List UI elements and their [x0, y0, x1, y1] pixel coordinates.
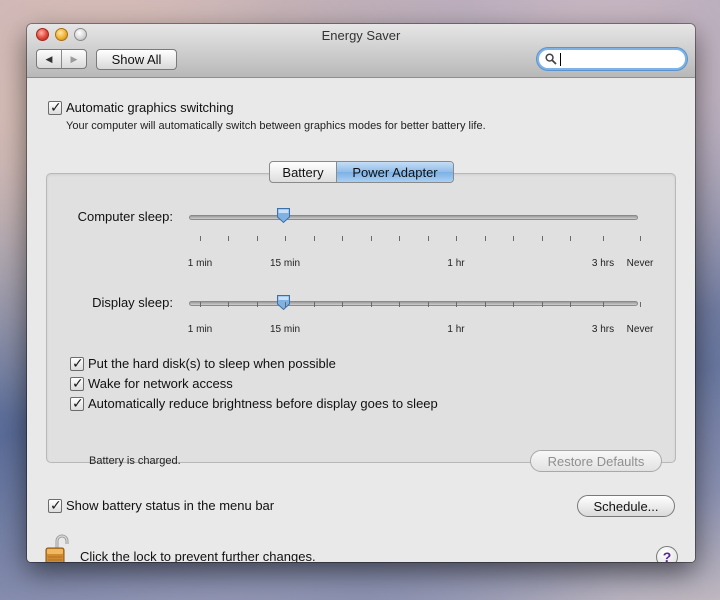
checkbox-checked-icon — [48, 99, 62, 116]
slider-tick-mark — [513, 302, 514, 307]
hard-disk-sleep-checkbox[interactable]: Put the hard disk(s) to sleep when possi… — [70, 355, 336, 372]
slider-tick-mark — [428, 302, 429, 307]
help-button[interactable]: ? — [656, 546, 678, 562]
computer-sleep-tick-never: Never — [626, 258, 654, 269]
slider-tick-mark — [285, 302, 286, 307]
computer-sleep-thumb[interactable] — [276, 207, 291, 224]
slider-tick-mark — [513, 236, 514, 241]
display-sleep-tick-15min: 15 min — [269, 324, 301, 335]
slider-tick-mark — [640, 236, 641, 241]
computer-sleep-tick-1min: 1 min — [187, 258, 213, 269]
checkbox-checked-icon — [70, 395, 84, 412]
search-field[interactable] — [537, 48, 687, 70]
slider-tick-mark — [603, 302, 604, 307]
slider-tick-mark — [603, 236, 604, 241]
forward-button[interactable]: ▶ — [62, 50, 86, 68]
checkbox-checked-icon — [70, 375, 84, 392]
wake-network-checkbox[interactable]: Wake for network access — [70, 375, 233, 392]
display-sleep-tick-3hrs: 3 hrs — [591, 324, 615, 335]
tab-battery[interactable]: Battery — [270, 162, 337, 182]
search-input[interactable] — [561, 52, 671, 66]
title-bar: Energy Saver ◀ ▶ Show All — [27, 24, 695, 78]
slider-tick-mark — [570, 302, 571, 307]
slider-tick-mark — [485, 236, 486, 241]
display-sleep-tick-1min: 1 min — [187, 324, 213, 335]
back-forward-control: ◀ ▶ — [36, 49, 87, 69]
slider-tick-mark — [200, 302, 201, 307]
power-source-tabs: Battery Power Adapter — [269, 161, 454, 183]
graphics-switching-checkbox[interactable]: Automatic graphics switching — [48, 99, 234, 116]
checkbox-checked-icon — [48, 497, 62, 514]
computer-sleep-track[interactable] — [189, 215, 638, 220]
slider-tick-mark — [456, 302, 457, 307]
slider-tick-mark — [257, 236, 258, 241]
slider-tick-mark — [228, 302, 229, 307]
tab-power-adapter[interactable]: Power Adapter — [337, 162, 453, 182]
graphics-switching-description: Your computer will automatically switch … — [66, 120, 486, 132]
slider-tick-mark — [342, 302, 343, 307]
display-sleep-label: Display sleep: — [92, 295, 173, 310]
window-title: Energy Saver — [321, 28, 401, 43]
display-sleep-tick-1hr: 1 hr — [447, 324, 465, 335]
slider-tick-mark — [542, 236, 543, 241]
computer-sleep-tick-3hrs: 3 hrs — [591, 258, 615, 269]
slider-tick-mark — [342, 236, 343, 241]
magnifier-icon — [545, 53, 557, 65]
slider-tick-mark — [314, 302, 315, 307]
display-sleep-thumb[interactable] — [276, 294, 291, 311]
show-all-button[interactable]: Show All — [96, 49, 177, 70]
back-button[interactable]: ◀ — [37, 50, 62, 68]
slider-tick-mark — [257, 302, 258, 307]
lock-instruction-text: Click the lock to prevent further change… — [80, 549, 316, 562]
display-sleep-tick-never: Never — [626, 324, 654, 335]
slider-tick-mark — [200, 236, 201, 241]
slider-tick-mark — [399, 236, 400, 241]
wake-network-label: Wake for network access — [88, 376, 233, 391]
graphics-switching-label: Automatic graphics switching — [66, 100, 234, 115]
slider-tick-mark — [542, 302, 543, 307]
hard-disk-sleep-label: Put the hard disk(s) to sleep when possi… — [88, 356, 336, 371]
slider-tick-mark — [371, 302, 372, 307]
battery-status-text: Battery is charged. — [89, 455, 181, 467]
computer-sleep-tick-1hr: 1 hr — [447, 258, 465, 269]
show-battery-status-checkbox[interactable]: Show battery status in the menu bar — [48, 497, 275, 514]
slider-tick-mark — [640, 302, 641, 307]
reduce-brightness-label: Automatically reduce brightness before d… — [88, 396, 438, 411]
restore-defaults-button[interactable]: Restore Defaults — [530, 450, 662, 472]
show-battery-status-label: Show battery status in the menu bar — [66, 498, 275, 513]
slider-tick-mark — [314, 236, 315, 241]
slider-tick-mark — [428, 236, 429, 241]
slider-tick-mark — [570, 236, 571, 241]
slider-tick-mark — [485, 302, 486, 307]
preferences-content: Automatic graphics switching Your comput… — [27, 79, 695, 562]
slider-tick-mark — [371, 236, 372, 241]
checkbox-checked-icon — [70, 355, 84, 372]
slider-tick-mark — [399, 302, 400, 307]
slider-tick-mark — [228, 236, 229, 241]
unlocked-padlock-icon[interactable] — [44, 534, 70, 562]
energy-saver-window: Energy Saver ◀ ▶ Show All Automatic grap… — [27, 24, 695, 562]
reduce-brightness-checkbox[interactable]: Automatically reduce brightness before d… — [70, 395, 438, 412]
computer-sleep-label: Computer sleep: — [77, 209, 173, 224]
schedule-button[interactable]: Schedule... — [577, 495, 675, 517]
slider-tick-mark — [456, 236, 457, 241]
computer-sleep-tick-15min: 15 min — [269, 258, 301, 269]
slider-tick-mark — [285, 236, 286, 241]
